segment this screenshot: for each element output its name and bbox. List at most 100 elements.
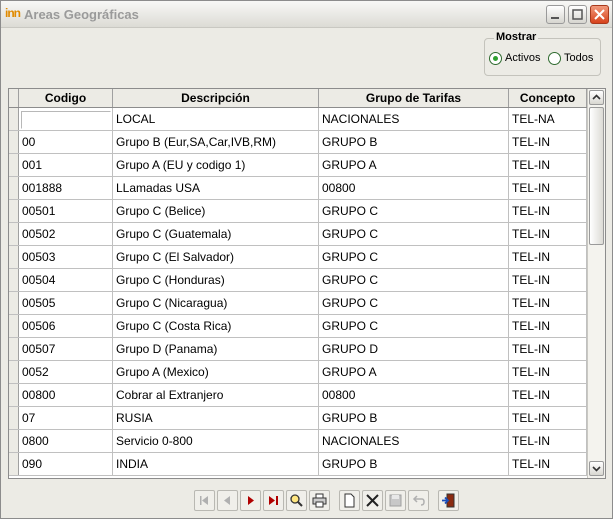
cell-concepto[interactable]: TEL-IN bbox=[509, 200, 587, 222]
cell-grupo-tarifas[interactable]: GRUPO A bbox=[319, 361, 509, 383]
table-row[interactable]: LOCAL NACIONALES TEL-NA bbox=[9, 108, 587, 131]
cell-concepto[interactable]: TEL-IN bbox=[509, 223, 587, 245]
cell-grupo-tarifas[interactable]: NACIONALES bbox=[319, 108, 509, 130]
cell-codigo[interactable]: 00 bbox=[19, 131, 113, 153]
title-bar[interactable]: inn Areas Geográficas bbox=[1, 1, 612, 28]
cell-grupo-tarifas[interactable]: GRUPO C bbox=[319, 246, 509, 268]
row-indicator[interactable] bbox=[9, 315, 19, 337]
cell-descripcion[interactable]: Grupo A (Mexico) bbox=[113, 361, 319, 383]
cell-concepto[interactable]: TEL-IN bbox=[509, 131, 587, 153]
cell-concepto[interactable]: TEL-IN bbox=[509, 453, 587, 475]
cell-concepto[interactable]: TEL-IN bbox=[509, 315, 587, 337]
cell-codigo[interactable]: 07 bbox=[19, 407, 113, 429]
print-button[interactable] bbox=[309, 490, 330, 511]
cell-concepto[interactable]: TEL-IN bbox=[509, 407, 587, 429]
cell-grupo-tarifas[interactable]: GRUPO B bbox=[319, 131, 509, 153]
cell-descripcion[interactable]: Grupo C (El Salvador) bbox=[113, 246, 319, 268]
cell-concepto[interactable]: TEL-IN bbox=[509, 384, 587, 406]
cell-grupo-tarifas[interactable]: GRUPO D bbox=[319, 338, 509, 360]
last-record-button[interactable] bbox=[263, 490, 284, 511]
cell-codigo[interactable]: 0800 bbox=[19, 430, 113, 452]
table-row[interactable]: 001888 LLamadas USA 00800 TEL-IN bbox=[9, 177, 587, 200]
cell-codigo[interactable]: 00505 bbox=[19, 292, 113, 314]
cell-descripcion[interactable]: Grupo C (Honduras) bbox=[113, 269, 319, 291]
row-indicator[interactable] bbox=[9, 361, 19, 383]
cell-grupo-tarifas[interactable]: GRUPO C bbox=[319, 269, 509, 291]
cell-concepto[interactable]: TEL-IN bbox=[509, 154, 587, 176]
table-row[interactable]: 07 RUSIA GRUPO B TEL-IN bbox=[9, 407, 587, 430]
radio-activos[interactable]: Activos bbox=[489, 50, 540, 66]
table-row[interactable]: 00503 Grupo C (El Salvador) GRUPO C TEL-IN bbox=[9, 246, 587, 269]
cell-grupo-tarifas[interactable]: GRUPO C bbox=[319, 200, 509, 222]
table-row[interactable]: 0052 Grupo A (Mexico) GRUPO A TEL-IN bbox=[9, 361, 587, 384]
scroll-up-button[interactable] bbox=[589, 90, 604, 105]
cell-descripcion[interactable]: Servicio 0-800 bbox=[113, 430, 319, 452]
row-indicator[interactable] bbox=[9, 338, 19, 360]
cell-grupo-tarifas[interactable]: GRUPO C bbox=[319, 223, 509, 245]
cell-codigo[interactable]: 00503 bbox=[19, 246, 113, 268]
table-row[interactable]: 00505 Grupo C (Nicaragua) GRUPO C TEL-IN bbox=[9, 292, 587, 315]
cell-grupo-tarifas[interactable]: 00800 bbox=[319, 384, 509, 406]
row-indicator[interactable] bbox=[9, 269, 19, 291]
row-indicator[interactable] bbox=[9, 223, 19, 245]
exit-button[interactable] bbox=[438, 490, 459, 511]
radio-todos-circle[interactable] bbox=[548, 51, 561, 65]
new-record-button[interactable] bbox=[339, 490, 360, 511]
table-row[interactable]: 00504 Grupo C (Honduras) GRUPO C TEL-IN bbox=[9, 269, 587, 292]
cell-codigo[interactable]: 00800 bbox=[19, 384, 113, 406]
row-indicator[interactable] bbox=[9, 292, 19, 314]
row-indicator[interactable] bbox=[9, 108, 19, 130]
search-button[interactable] bbox=[286, 490, 307, 511]
scroll-thumb[interactable] bbox=[589, 107, 604, 245]
codigo-edit-field[interactable] bbox=[21, 111, 111, 129]
save-record-button[interactable] bbox=[385, 490, 406, 511]
previous-record-button[interactable] bbox=[217, 490, 238, 511]
table-row[interactable]: 00 Grupo B (Eur,SA,Car,IVB,RM) GRUPO B TEL-… bbox=[9, 131, 587, 154]
cell-descripcion[interactable]: Cobrar al Extranjero bbox=[113, 384, 319, 406]
table-row[interactable]: 090 INDIA GRUPO B TEL-IN bbox=[9, 453, 587, 476]
row-indicator[interactable] bbox=[9, 384, 19, 406]
undo-button[interactable] bbox=[408, 490, 429, 511]
cell-codigo[interactable]: 00502 bbox=[19, 223, 113, 245]
cell-concepto[interactable]: TEL-IN bbox=[509, 361, 587, 383]
table-row[interactable]: 00800 Cobrar al Extranjero 00800 TEL-IN bbox=[9, 384, 587, 407]
cell-grupo-tarifas[interactable]: GRUPO C bbox=[319, 292, 509, 314]
table-row[interactable]: 001 Grupo A (EU y codigo 1) GRUPO A TEL-IN bbox=[9, 154, 587, 177]
maximize-button[interactable] bbox=[568, 5, 587, 24]
cell-concepto[interactable]: TEL-IN bbox=[509, 177, 587, 199]
delete-record-button[interactable] bbox=[362, 490, 383, 511]
table-row[interactable]: 00507 Grupo D (Panama) GRUPO D TEL-IN bbox=[9, 338, 587, 361]
cell-grupo-tarifas[interactable]: GRUPO C bbox=[319, 315, 509, 337]
row-indicator[interactable] bbox=[9, 453, 19, 475]
cell-descripcion[interactable]: INDIA bbox=[113, 453, 319, 475]
cell-descripcion[interactable]: Grupo A (EU y codigo 1) bbox=[113, 154, 319, 176]
cell-codigo[interactable]: 001888 bbox=[19, 177, 113, 199]
cell-descripcion[interactable]: Grupo C (Guatemala) bbox=[113, 223, 319, 245]
cell-grupo-tarifas[interactable]: 00800 bbox=[319, 177, 509, 199]
close-button[interactable] bbox=[590, 5, 609, 24]
column-header-concepto[interactable]: Concepto bbox=[509, 89, 587, 107]
table-row[interactable]: 00502 Grupo C (Guatemala) GRUPO C TEL-IN bbox=[9, 223, 587, 246]
cell-descripcion[interactable]: Grupo C (Belice) bbox=[113, 200, 319, 222]
cell-grupo-tarifas[interactable]: GRUPO B bbox=[319, 453, 509, 475]
cell-grupo-tarifas[interactable]: GRUPO A bbox=[319, 154, 509, 176]
column-header-descripcion[interactable]: Descripción bbox=[113, 89, 319, 107]
cell-codigo[interactable]: 00501 bbox=[19, 200, 113, 222]
cell-codigo[interactable]: 090 bbox=[19, 453, 113, 475]
data-grid[interactable]: Codigo Descripción Grupo de Tarifas Conc… bbox=[8, 88, 606, 479]
cell-descripcion[interactable]: Grupo D (Panama) bbox=[113, 338, 319, 360]
cell-concepto[interactable]: TEL-IN bbox=[509, 269, 587, 291]
cell-codigo[interactable]: 00504 bbox=[19, 269, 113, 291]
vertical-scrollbar[interactable] bbox=[587, 89, 605, 478]
radio-activos-circle[interactable] bbox=[489, 51, 502, 65]
row-indicator[interactable] bbox=[9, 177, 19, 199]
cell-concepto[interactable]: TEL-IN bbox=[509, 338, 587, 360]
row-indicator[interactable] bbox=[9, 407, 19, 429]
row-indicator[interactable] bbox=[9, 430, 19, 452]
scroll-down-button[interactable] bbox=[589, 461, 604, 476]
cell-codigo[interactable]: 0052 bbox=[19, 361, 113, 383]
cell-concepto[interactable]: TEL-NA bbox=[509, 108, 587, 130]
table-row[interactable]: 0800 Servicio 0-800 NACIONALES TEL-IN bbox=[9, 430, 587, 453]
radio-todos[interactable]: Todos bbox=[548, 50, 593, 66]
cell-concepto[interactable]: TEL-IN bbox=[509, 430, 587, 452]
